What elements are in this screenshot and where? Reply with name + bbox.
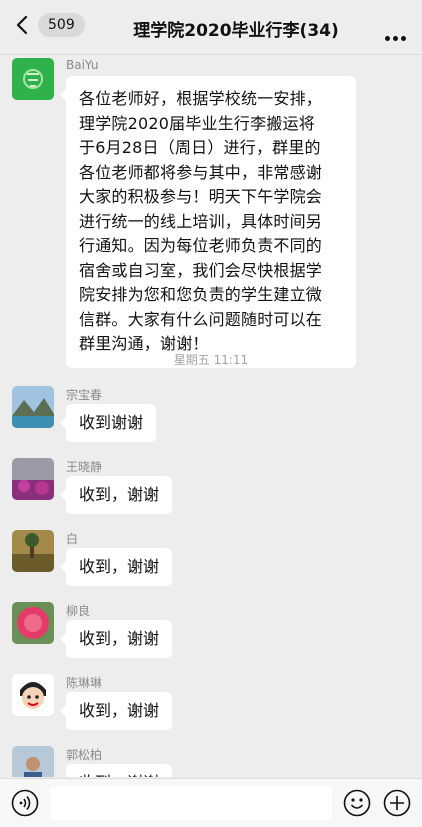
message-list[interactable]: BaiYu 各位老师好，根据学校统一安排， 理学院2020届毕业生行李搬运将 于…	[0, 55, 422, 777]
emoji-icon[interactable]	[343, 789, 371, 817]
message-bubble[interactable]: 收到，谢谢	[59, 476, 173, 514]
message-input[interactable]	[50, 786, 332, 820]
avatar[interactable]	[12, 386, 54, 428]
message-line: 理学院2020届毕业生行李搬运将	[79, 113, 315, 133]
message-line: 各位老师好，根据学校统一安排，	[79, 89, 323, 108]
message-line: 大家的积极参与！明天下午学院会	[79, 187, 323, 206]
sender-name: BaiYu	[66, 58, 99, 72]
message-line: 行通知。因为每位老师负责不同的	[79, 236, 323, 255]
avatar[interactable]	[12, 746, 54, 777]
avatar[interactable]	[12, 674, 54, 716]
avatar[interactable]	[12, 458, 54, 500]
message-bubble[interactable]: 收到，谢谢	[59, 548, 173, 586]
plus-icon[interactable]	[383, 789, 411, 817]
message-line: 信群。大家有什么问题随时可以在	[79, 309, 323, 329]
avatar[interactable]	[12, 58, 54, 100]
sender-name: 陈琳琳	[66, 676, 103, 690]
unread-count-badge: 509	[38, 13, 85, 37]
message-bubble[interactable]: 收到，谢谢	[59, 620, 173, 658]
message-bubble[interactable]: 收到谢谢	[59, 404, 157, 442]
back-button[interactable]: 509	[12, 13, 85, 37]
message-line: 宿舍或自习室，我们会尽快根据学	[79, 260, 323, 280]
message-line: 进行统一的线上培训，具体时间另	[79, 211, 323, 231]
sender-name: 白	[66, 532, 79, 546]
sender-name: 王晓静	[66, 460, 103, 474]
message-timestamp: 星期五 11:11	[173, 353, 249, 367]
voice-icon[interactable]	[11, 789, 39, 817]
chat-header: 509 理学院2020毕业行李(34)	[0, 0, 422, 55]
chat-title: 理学院2020毕业行李(34)	[133, 21, 339, 41]
message-line: 院安排为您和您负责的学生建立微	[79, 285, 323, 304]
message-bubble[interactable]: 各位老师好，根据学校统一安排， 理学院2020届毕业生行李搬运将 于6月28日（…	[60, 76, 356, 368]
avatar[interactable]	[12, 602, 54, 644]
avatar[interactable]	[12, 530, 54, 572]
message-bubble[interactable]: 收到，谢谢	[59, 692, 173, 730]
message-line: 于6月28日（周日）进行，群里的	[79, 138, 321, 157]
sender-name: 柳良	[66, 604, 91, 618]
sender-name: 宗宝春	[66, 388, 103, 402]
chevron-left-icon	[16, 15, 28, 35]
input-bar	[0, 778, 422, 827]
sender-name: 郭松柏	[66, 748, 103, 762]
message-line: 各位老师都将参与其中，非常感谢	[79, 162, 323, 182]
more-dots-icon[interactable]	[382, 26, 406, 45]
message-bubble[interactable]: 收到，谢谢	[66, 764, 173, 777]
